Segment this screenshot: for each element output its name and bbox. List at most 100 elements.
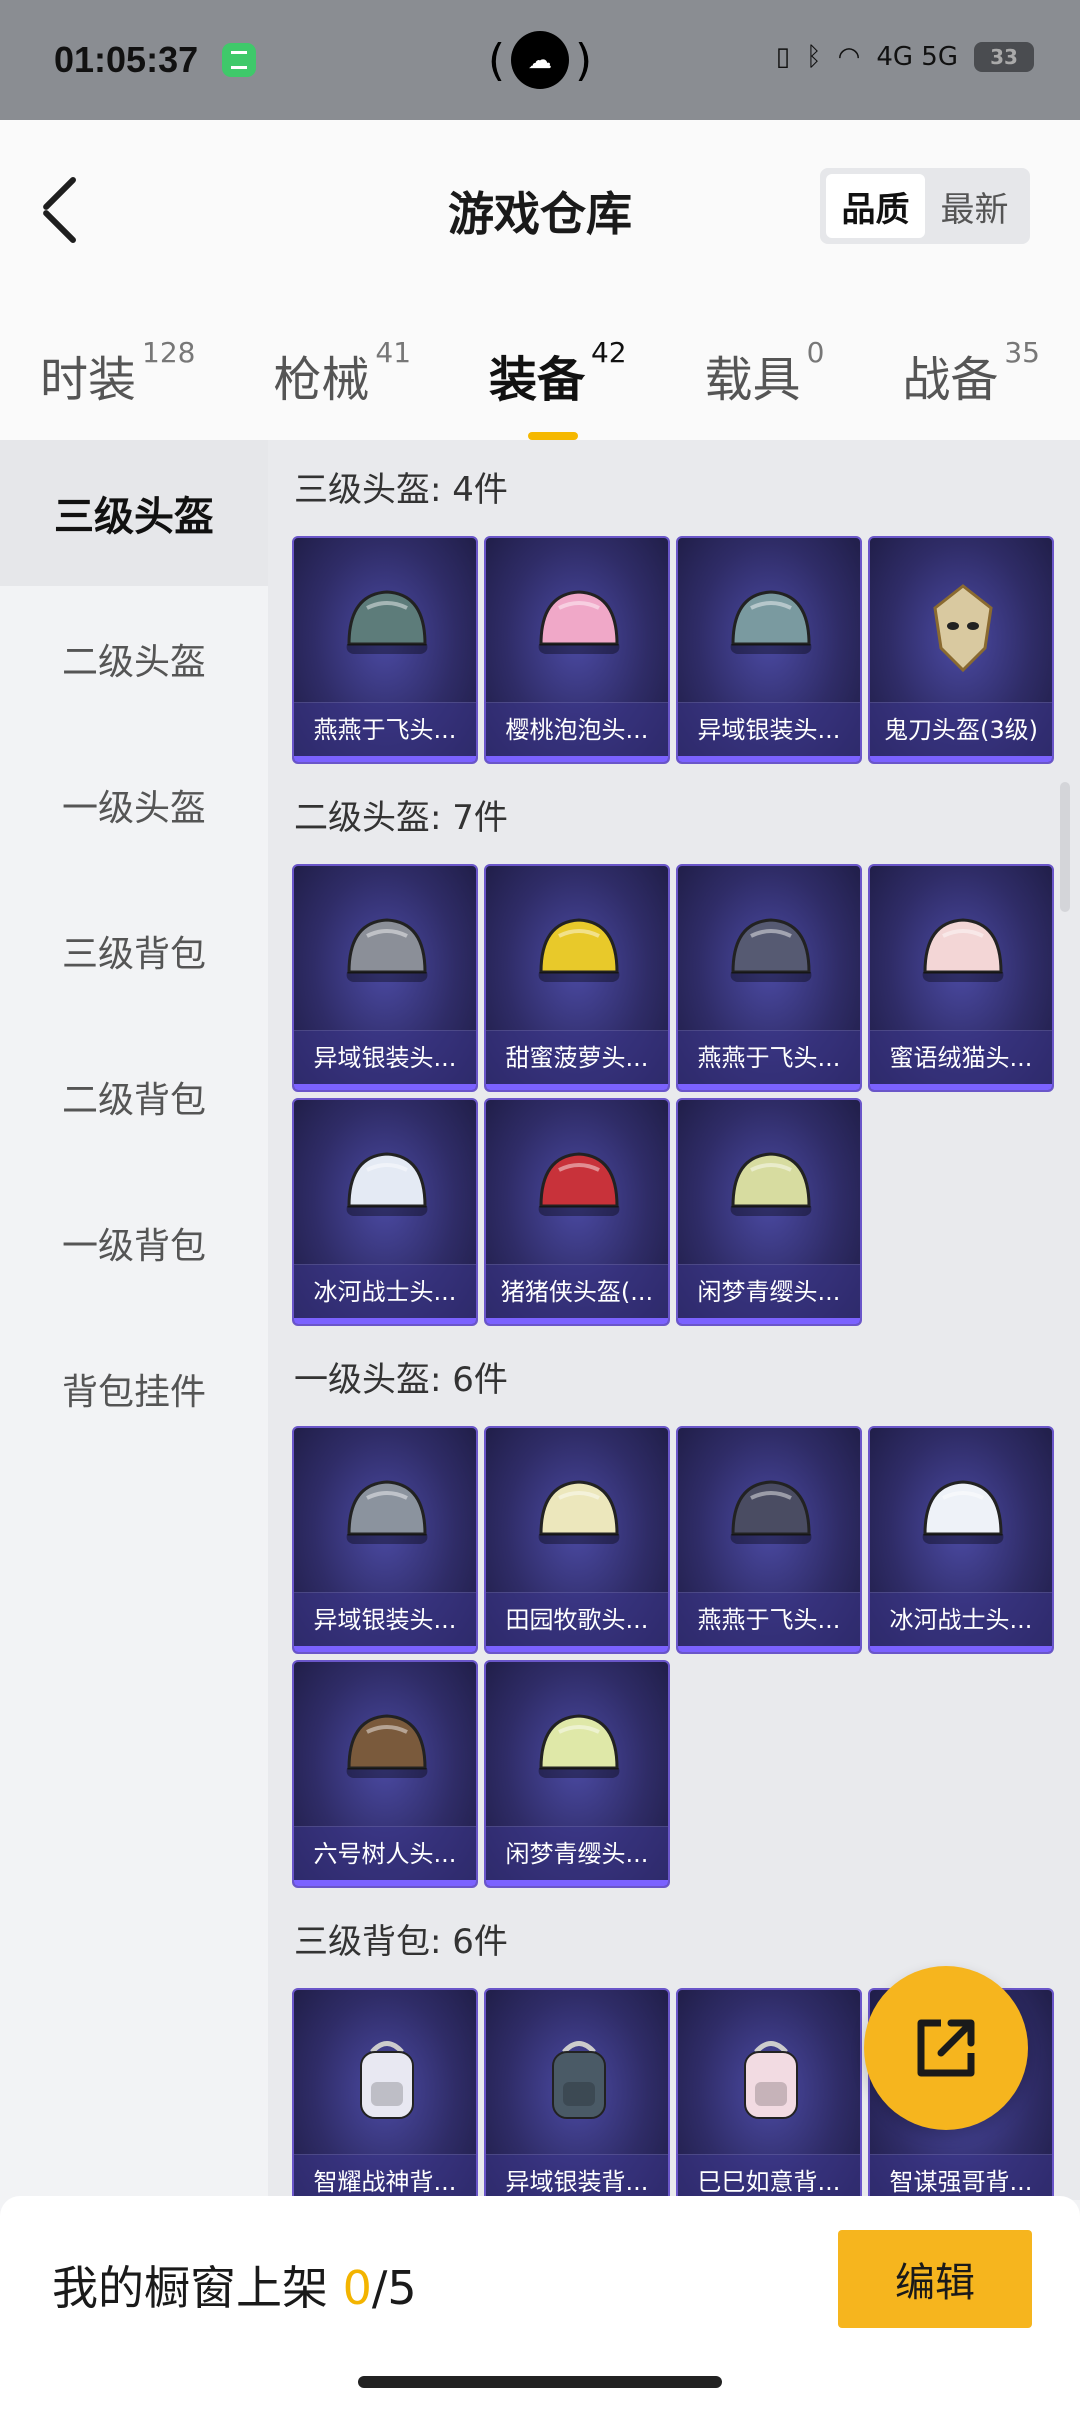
header: 游戏仓库 品质 最新 时装 128 枪械 41 装备 42 载具 0 战备 35 xyxy=(0,120,1080,440)
item-name: 鬼刀头盔(3级) xyxy=(870,702,1052,756)
item-name: 燕燕于飞头... xyxy=(678,1592,860,1646)
item-card[interactable]: 异域银装头... xyxy=(292,1426,478,1654)
item-name: 智谋强哥背... xyxy=(870,2154,1052,2200)
item-name: 异域银装头... xyxy=(294,1030,476,1084)
tab-supplies[interactable]: 战备 35 xyxy=(902,336,1040,410)
helmet-icon xyxy=(913,1468,1013,1568)
helmet-icon xyxy=(337,1140,437,1240)
helmet-icon xyxy=(721,578,821,678)
section-title: 二级头盔: 7件 xyxy=(294,798,508,838)
item-card[interactable]: 燕燕于飞头... xyxy=(292,536,478,764)
category-tabs: 时装 128 枪械 41 装备 42 载具 0 战备 35 xyxy=(0,320,1080,440)
item-name: 田园牧歌头... xyxy=(486,1592,668,1646)
item-name: 樱桃泡泡头... xyxy=(486,702,668,756)
helmet-icon xyxy=(529,578,629,678)
item-card[interactable]: 蜜语绒猫头... xyxy=(868,864,1054,1092)
tab-weapons[interactable]: 枪械 41 xyxy=(273,336,411,410)
item-card[interactable]: 异域银装背... xyxy=(484,1988,670,2200)
sidebar-item-backpack-charm[interactable]: 背包挂件 xyxy=(0,1316,268,1462)
item-card[interactable]: 异域银装头... xyxy=(676,536,862,764)
tab-count: 35 xyxy=(1004,336,1040,369)
active-tab-indicator xyxy=(527,432,578,440)
helmet-icon xyxy=(337,1468,437,1568)
showcase-status: 我的橱窗上架 0/5 xyxy=(52,2252,417,2318)
sidebar-item-level2-helmet[interactable]: 二级头盔 xyxy=(0,586,268,732)
item-card[interactable]: 闲梦青缨头... xyxy=(484,1660,670,1888)
backpack-icon xyxy=(721,2030,821,2130)
section-title: 三级头盔: 4件 xyxy=(294,470,508,510)
item-card[interactable]: 巳巳如意背... xyxy=(676,1988,862,2200)
sidebar-item-level1-helmet[interactable]: 一级头盔 xyxy=(0,732,268,878)
item-name: 六号树人头... xyxy=(294,1826,476,1880)
item-name: 燕燕于飞头... xyxy=(294,702,476,756)
status-time: 01:05:37 xyxy=(54,39,199,80)
item-name: 燕燕于飞头... xyxy=(678,1030,860,1084)
tab-vehicles[interactable]: 载具 0 xyxy=(704,336,825,410)
helmet-icon xyxy=(529,1468,629,1568)
showcase-label: 我的橱窗上架 xyxy=(52,2261,328,2315)
item-name: 闲梦青缨头... xyxy=(486,1826,668,1880)
wifi-icon: ◠ xyxy=(837,42,861,72)
helmet-icon xyxy=(337,906,437,1006)
item-name: 异域银装头... xyxy=(294,1592,476,1646)
helmet-icon xyxy=(337,578,437,678)
status-indicators: ▯ ᛒ ◠ 4G 5G 33 xyxy=(776,42,1034,72)
item-name: 异域银装头... xyxy=(678,702,860,756)
item-name: 巳巳如意背... xyxy=(678,2154,860,2200)
tab-label: 战备 xyxy=(902,352,999,408)
item-name: 智耀战神背... xyxy=(294,2154,476,2200)
sort-toggle: 品质 最新 xyxy=(820,168,1030,244)
item-card[interactable]: 田园牧歌头... xyxy=(484,1426,670,1654)
item-card[interactable]: 异域银装头... xyxy=(292,864,478,1092)
item-card[interactable]: 鬼刀头盔(3级) xyxy=(868,536,1054,764)
item-card[interactable]: 六号树人头... xyxy=(292,1660,478,1888)
item-card[interactable]: 樱桃泡泡头... xyxy=(484,536,670,764)
bottom-bar: 我的橱窗上架 0/5 编辑 xyxy=(0,2196,1080,2414)
item-card[interactable]: 冰河战士头... xyxy=(292,1098,478,1326)
signal-icon: 4G 5G xyxy=(876,42,958,72)
share-button[interactable] xyxy=(864,1966,1028,2130)
subcategory-sidebar: 三级头盔 二级头盔 一级头盔 三级背包 二级背包 一级背包 背包挂件 xyxy=(0,440,268,2200)
sidebar-item-level3-helmet[interactable]: 三级头盔 xyxy=(0,440,268,586)
tab-count: 128 xyxy=(142,336,196,369)
tab-label: 装备 xyxy=(488,352,585,408)
item-card[interactable]: 闲梦青缨头... xyxy=(676,1098,862,1326)
edit-button[interactable]: 编辑 xyxy=(838,2230,1032,2328)
sidebar-item-level2-backpack[interactable]: 二级背包 xyxy=(0,1024,268,1170)
pineapple-helmet-icon xyxy=(529,906,629,1006)
section-title: 一级头盔: 6件 xyxy=(294,1360,508,1400)
item-card[interactable]: 燕燕于飞头... xyxy=(676,864,862,1092)
vibrate-icon: ▯ xyxy=(775,42,791,72)
share-icon xyxy=(917,2019,975,2077)
home-indicator[interactable] xyxy=(358,2376,722,2388)
tab-label: 载具 xyxy=(704,352,801,408)
item-card[interactable]: 猪猪侠头盔(... xyxy=(484,1098,670,1326)
tab-label: 枪械 xyxy=(273,352,370,408)
item-card[interactable]: 燕燕于飞头... xyxy=(676,1426,862,1654)
helmet-icon xyxy=(529,1702,629,1802)
backpack-icon xyxy=(337,2030,437,2130)
notification-app-icon xyxy=(222,43,257,77)
sidebar-item-level1-backpack[interactable]: 一级背包 xyxy=(0,1170,268,1316)
tab-equipment[interactable]: 装备 42 xyxy=(488,336,627,440)
scrollbar[interactable] xyxy=(1060,782,1070,912)
tab-fashion[interactable]: 时装 128 xyxy=(40,336,195,410)
battery-icon: 33 xyxy=(974,42,1034,72)
helmet-icon xyxy=(721,906,821,1006)
sort-quality-button[interactable]: 品质 xyxy=(826,174,925,238)
item-name: 异域银装背... xyxy=(486,2154,668,2200)
item-card[interactable]: 智耀战神背... xyxy=(292,1988,478,2200)
tab-count: 0 xyxy=(806,336,825,369)
item-grid: 三级头盔: 4件 燕燕于飞头... 樱桃泡泡头... 异域银装头... 鬼刀头盔(3级)… xyxy=(268,440,1080,2200)
tab-count: 41 xyxy=(375,336,412,369)
item-name: 冰河战士头... xyxy=(294,1264,476,1318)
bluetooth-icon: ᛒ xyxy=(806,42,822,72)
item-card[interactable]: 甜蜜菠萝头... xyxy=(484,864,670,1092)
sidebar-item-level3-backpack[interactable]: 三级背包 xyxy=(0,878,268,1024)
sort-newest-button[interactable]: 最新 xyxy=(925,174,1024,238)
section-title: 三级背包: 6件 xyxy=(294,1922,508,1962)
dynamic-island: (☁) xyxy=(486,30,594,90)
mask-helmet-icon xyxy=(913,578,1013,678)
item-card[interactable]: 冰河战士头... xyxy=(868,1426,1054,1654)
backpack-icon xyxy=(529,2030,629,2130)
